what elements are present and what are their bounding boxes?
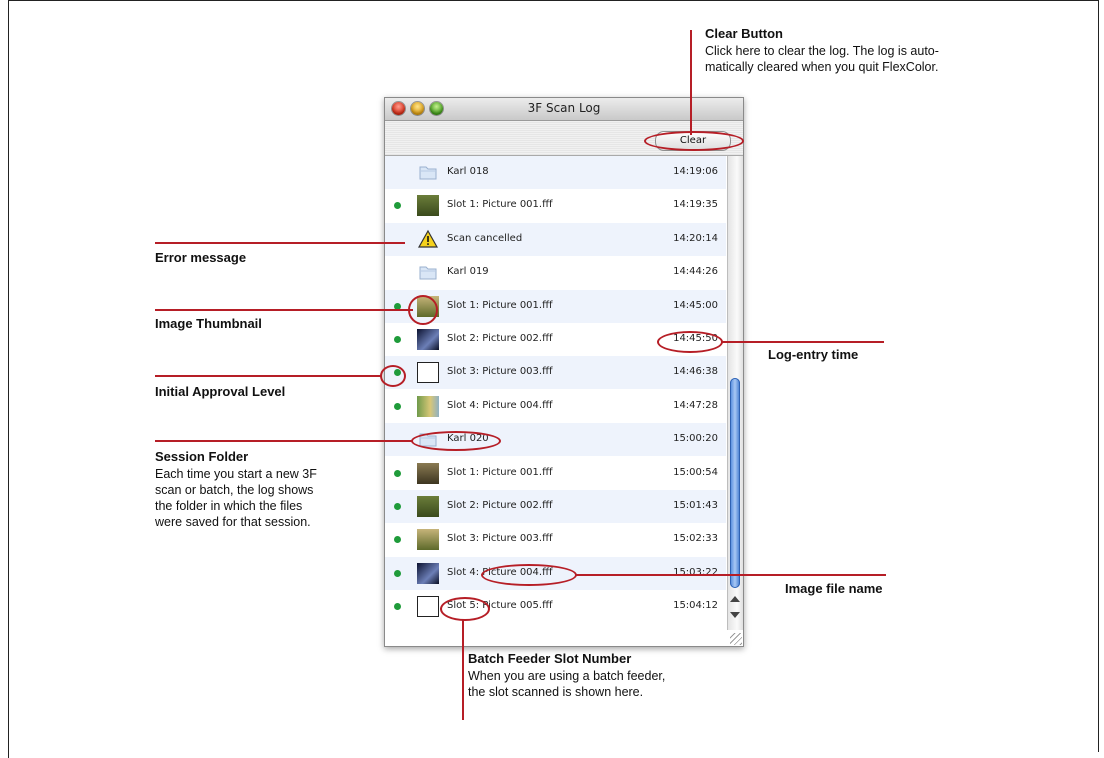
log-entry-name: Karl 018 (447, 166, 489, 177)
log-entry-time: 15:00:20 (673, 433, 718, 445)
log-entry-time: 14:45:00 (673, 299, 718, 311)
slot-number-annotation-line1: When you are using a batch feeder, (468, 669, 666, 683)
vertical-scrollbar[interactable] (727, 156, 743, 630)
image-thumbnail (417, 596, 439, 618)
session-folder-highlight (411, 431, 501, 451)
log-entry-time: 15:04:12 (673, 600, 718, 612)
log-entry-name: Slot 1: Picture 001.fff (447, 199, 553, 211)
image-thumbnail (417, 362, 439, 384)
warning-icon (417, 229, 439, 250)
log-entry-name: Slot 4: Picture 004.fff (447, 399, 553, 411)
approval-dot-icon (394, 603, 401, 611)
log-entry-time: 14:47:28 (673, 399, 718, 411)
log-entry-time: 14:44:26 (673, 266, 718, 278)
image-thumbnail (417, 462, 439, 484)
log-row[interactable]: Slot 1: Picture 001.fff 14:19:35 (385, 189, 726, 222)
approval-dot-icon (394, 503, 401, 510)
log-entry-name: Slot 3: Picture 003.fff (447, 533, 553, 545)
log-time-annotation-title: Log-entry time (768, 347, 859, 362)
slot-number-annotation-title: Batch Feeder Slot Number (468, 651, 632, 666)
approval-highlight (380, 365, 406, 387)
slot-number-leader (462, 620, 464, 720)
file-name-highlight (481, 564, 577, 586)
log-row[interactable]: Slot 5: Picture 005.fff 15:04:12 (385, 590, 726, 623)
folder-icon (417, 162, 439, 183)
log-entry-name: Slot 1: Picture 001.fff (447, 299, 553, 311)
log-row[interactable]: Slot 3: Picture 003.fff 15:02:33 (385, 523, 726, 556)
log-entry-name: Slot 3: Picture 003.fff (447, 366, 553, 378)
log-row[interactable]: Slot 3: Picture 003.fff 14:46:38 (385, 356, 726, 390)
approval-dot-icon (394, 202, 401, 210)
resize-grip-icon[interactable] (730, 633, 742, 645)
log-entry-time: 14:20:14 (673, 232, 718, 244)
approval-dot-icon (394, 469, 401, 477)
log-entry-name: Slot 2: Picture 002.fff (447, 500, 553, 511)
image-thumbnail (417, 195, 439, 217)
session-folder-annotation-line4: were saved for that session. (155, 515, 311, 529)
scroll-up-arrow-icon[interactable] (730, 596, 740, 602)
approval-annotation-title: Initial Approval Level (155, 384, 286, 399)
error-message-leader (155, 242, 405, 244)
session-folder-leader (155, 440, 413, 442)
log-entry-name: Karl 019 (447, 266, 489, 278)
folder-icon (417, 262, 439, 283)
image-thumbnail (417, 329, 439, 350)
scroll-down-arrow-icon[interactable] (730, 612, 740, 618)
image-thumbnail (417, 562, 439, 584)
log-time-highlight (657, 331, 723, 353)
thumbnail-annotation-title: Image Thumbnail (155, 316, 262, 331)
image-thumbnail (417, 529, 439, 551)
scrollbar-thumb[interactable] (730, 378, 740, 588)
clear-button-leader (690, 30, 692, 135)
image-thumbnail (417, 496, 439, 517)
log-entry-time: 15:01:43 (673, 500, 718, 511)
log-list: Karl 018 14:19:06 Slot 1: Picture 001.fff 1… (385, 156, 726, 630)
log-row[interactable]: Slot 4: Picture 004.fff 14:47:28 (385, 390, 726, 423)
session-folder-annotation-line1: Each time you start a new 3F (155, 467, 317, 481)
slot-number-highlight (440, 597, 490, 621)
thumbnail-highlight (408, 295, 438, 325)
log-row[interactable]: Scan cancelled 14:20:14 (385, 222, 726, 256)
approval-leader (155, 375, 381, 377)
thumbnail-leader (155, 309, 413, 311)
clear-button-annotation-line1: Click here to clear the log. The log is … (705, 44, 939, 58)
error-message-annotation-title: Error message (155, 250, 247, 265)
log-entry-name: Scan cancelled (447, 232, 523, 244)
log-entry-time: 15:03:22 (673, 566, 718, 578)
image-thumbnail (417, 395, 439, 417)
log-entry-name: Slot 2: Picture 002.fff (447, 333, 553, 344)
clear-button-annotation-line2: matically cleared when you quit FlexColo… (705, 60, 939, 74)
approval-dot-icon (394, 536, 401, 544)
session-folder-annotation-line2: scan or batch, the log shows (155, 483, 314, 497)
log-row[interactable]: Slot 1: Picture 001.fff 15:00:54 (385, 457, 726, 490)
approval-dot-icon (394, 336, 401, 343)
log-entry-time: 14:19:35 (673, 199, 718, 211)
log-row[interactable]: Karl 018 14:19:06 (385, 156, 726, 189)
slot-number-annotation-line2: the slot scanned is shown here. (468, 685, 644, 699)
session-folder-annotation-title: Session Folder (155, 449, 249, 464)
log-row[interactable]: Karl 019 14:44:26 (385, 256, 726, 289)
log-entry-time: 14:46:38 (673, 366, 718, 378)
log-entry-time: 14:19:06 (673, 166, 718, 177)
session-folder-annotation-line3: the folder in which the files (155, 499, 303, 513)
log-entry-name: Slot 1: Picture 001.fff (447, 466, 553, 478)
log-entry-time: 15:00:54 (673, 466, 718, 478)
log-time-leader (722, 341, 884, 343)
clear-button-highlight (644, 131, 744, 151)
log-entry-time: 15:02:33 (673, 533, 718, 545)
approval-dot-icon (394, 569, 401, 577)
approval-dot-icon (394, 402, 401, 410)
file-name-leader (576, 574, 886, 576)
scan-log-window: 3F Scan Log Clear Karl 018 14:19:06 Slot 1… (384, 97, 744, 647)
clear-button-annotation-title: Clear Button (705, 26, 783, 41)
file-name-annotation-title: Image file name (785, 581, 883, 596)
log-row[interactable]: Slot 2: Picture 002.fff 15:01:43 (385, 490, 726, 523)
